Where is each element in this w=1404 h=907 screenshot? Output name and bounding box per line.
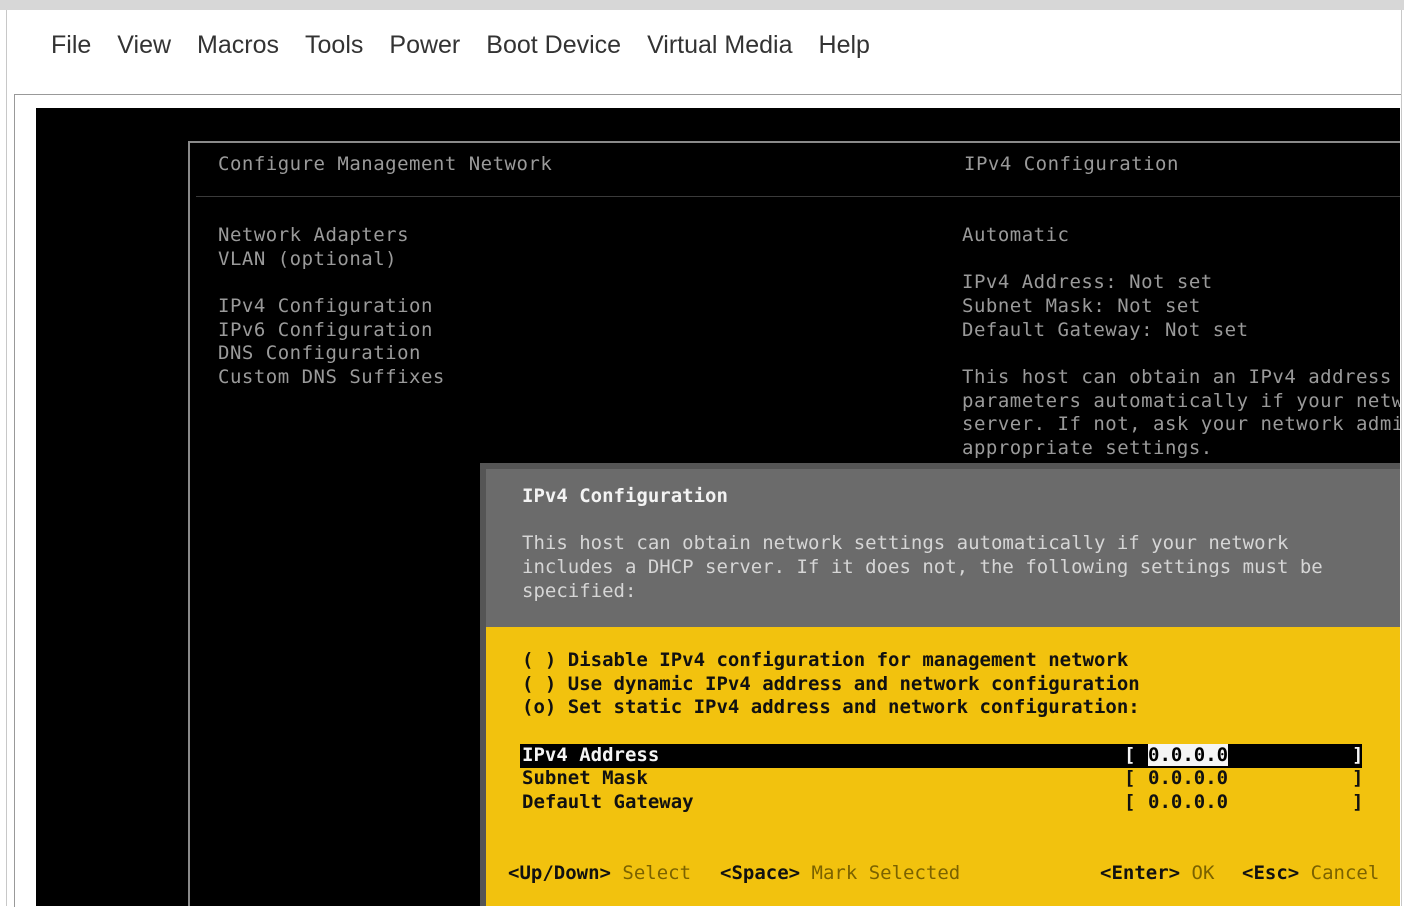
- ipv4-address-label: IPv4 Address: [522, 744, 660, 766]
- menubar: File View Macros Tools Power Boot Device…: [7, 30, 870, 80]
- footer-esc-cancel[interactable]: <Esc> Cancel: [1242, 862, 1379, 884]
- subnet-mask-field[interactable]: Subnet Mask [ 0.0.0.0 ]: [520, 767, 1364, 791]
- footer-updown[interactable]: <Up/Down> Select: [508, 862, 691, 884]
- help-text-line: This host can obtain an IPv4 address: [962, 366, 1392, 388]
- menu-power[interactable]: Power: [389, 30, 460, 80]
- radio-dynamic-ipv4[interactable]: ( ) Use dynamic IPv4 address and network…: [522, 673, 1140, 695]
- ipv4-mode: Automatic: [962, 224, 1070, 246]
- panel-divider: [196, 196, 1400, 197]
- bracket-open: [: [1124, 744, 1136, 766]
- bracket-close: ]: [1352, 767, 1364, 789]
- ipv4-address-status: IPv4 Address: Not set: [962, 271, 1213, 293]
- default-gateway-field[interactable]: Default Gateway [ 0.0.0.0 ]: [520, 791, 1364, 815]
- footer-enter-ok[interactable]: <Enter> OK: [1100, 862, 1214, 884]
- radio-static-ipv4[interactable]: (o) Set static IPv4 address and network …: [522, 696, 1140, 718]
- default-gateway-status: Default Gateway: Not set: [962, 319, 1249, 341]
- dialog-description-line: This host can obtain network settings au…: [522, 532, 1289, 554]
- help-text-line: parameters automatically if your netw: [962, 390, 1400, 412]
- menu-network-adapters[interactable]: Network Adapters: [218, 224, 409, 246]
- footer-space[interactable]: <Space> Mark Selected: [720, 862, 960, 884]
- bracket-open: [: [1124, 791, 1136, 813]
- bracket-close: ]: [1352, 791, 1364, 813]
- menu-boot-device[interactable]: Boot Device: [486, 30, 621, 80]
- bracket-close: ]: [1352, 744, 1364, 766]
- menu-ipv4-configuration[interactable]: IPv4 Configuration: [218, 295, 433, 317]
- radio-disable-ipv4[interactable]: ( ) Disable IPv4 configuration for manag…: [522, 649, 1128, 671]
- default-gateway-label: Default Gateway: [522, 791, 694, 813]
- subnet-mask-status: Subnet Mask: Not set: [962, 295, 1201, 317]
- dialog-title: IPv4 Configuration: [522, 485, 728, 507]
- menu-macros[interactable]: Macros: [197, 30, 279, 80]
- menu-custom-dns-suffixes[interactable]: Custom DNS Suffixes: [218, 366, 445, 388]
- remote-console[interactable]: Configure Management Network IPv4 Config…: [36, 108, 1400, 906]
- bracket-open: [: [1124, 767, 1136, 789]
- menu-vlan[interactable]: VLAN (optional): [218, 248, 397, 270]
- menu-tools[interactable]: Tools: [305, 30, 363, 80]
- left-panel-title: Configure Management Network: [218, 153, 553, 175]
- help-text-line: server. If not, ask your network admi: [962, 413, 1400, 435]
- window-top-edge: [0, 0, 1404, 10]
- subnet-mask-input[interactable]: 0.0.0.0: [1148, 767, 1228, 789]
- dialog-description-line: includes a DHCP server. If it does not, …: [522, 556, 1323, 578]
- menu-view[interactable]: View: [117, 30, 171, 80]
- dialog-body: ( ) Disable IPv4 configuration for manag…: [486, 627, 1400, 906]
- menu-ipv6-configuration[interactable]: IPv6 Configuration: [218, 319, 433, 341]
- menu-dns-configuration[interactable]: DNS Configuration: [218, 342, 421, 364]
- ipv4-address-input[interactable]: 0.0.0.0: [1148, 744, 1229, 766]
- ipv4-address-field[interactable]: IPv4 Address [ 0.0.0.0 ]: [520, 744, 1364, 768]
- ipv4-configuration-dialog: IPv4 Configuration This host can obtain …: [480, 463, 1400, 906]
- help-text-line: appropriate settings.: [962, 437, 1213, 459]
- menu-virtual-media[interactable]: Virtual Media: [647, 30, 792, 80]
- subnet-mask-label: Subnet Mask: [522, 767, 648, 789]
- dialog-header: IPv4 Configuration This host can obtain …: [486, 469, 1400, 627]
- menu-help[interactable]: Help: [819, 30, 870, 80]
- menu-file[interactable]: File: [51, 30, 91, 80]
- dialog-description-line: specified:: [522, 580, 637, 602]
- default-gateway-input[interactable]: 0.0.0.0: [1148, 791, 1228, 813]
- right-panel-title: IPv4 Configuration: [964, 153, 1179, 175]
